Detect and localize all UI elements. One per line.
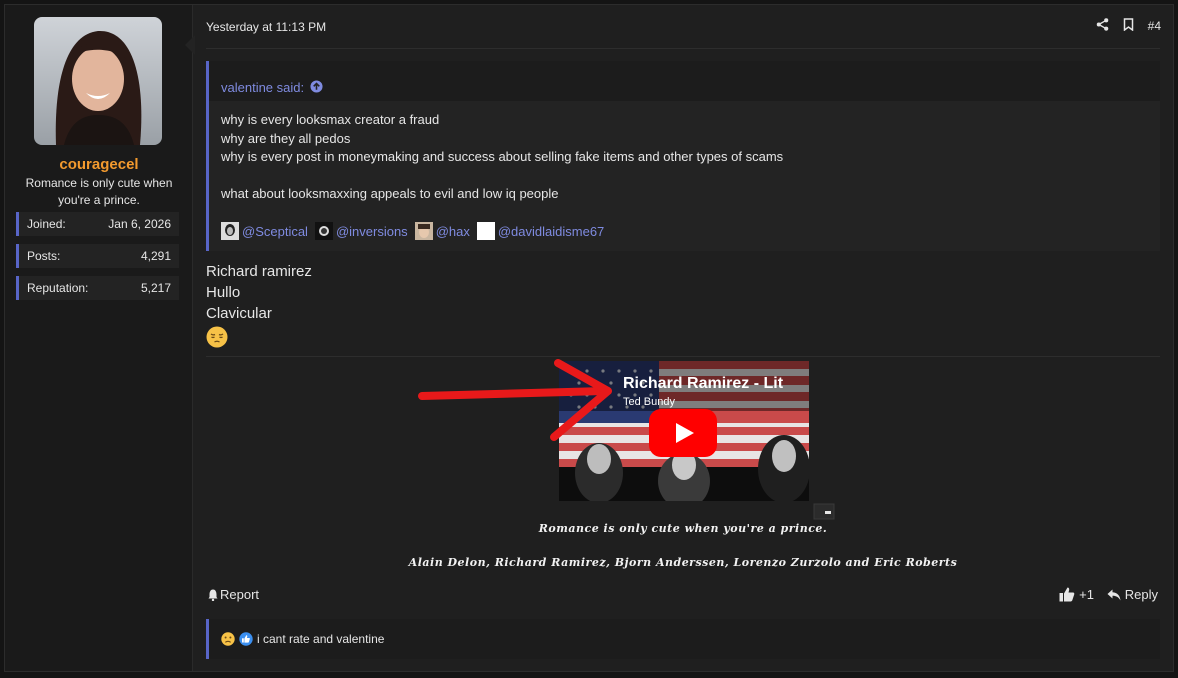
like-button[interactable]: +1	[1059, 587, 1094, 602]
mention-avatar	[414, 222, 433, 240]
stat-joined: Joined: Jan 6, 2026	[16, 212, 179, 236]
thumbs-up-icon	[1059, 587, 1075, 602]
quote-header[interactable]: valentine said:	[209, 61, 1160, 101]
reaction-summary[interactable]: i cant rate and valentine	[257, 632, 384, 646]
avatar-image	[34, 17, 162, 145]
user-sidebar: couragecel Romance is only cute when you…	[5, 5, 193, 671]
report-button[interactable]: Report	[208, 587, 259, 602]
avatar[interactable]	[34, 17, 162, 145]
post-container: couragecel Romance is only cute when you…	[4, 4, 1174, 672]
post-main: Yesterday at 11:13 PM #4 valentine said:…	[193, 5, 1173, 671]
stat-posts: Posts: 4,291	[16, 244, 179, 268]
post-header-actions: #4	[1096, 18, 1161, 34]
stat-value: 5,217	[140, 281, 171, 295]
post-number[interactable]: #4	[1148, 19, 1161, 33]
stat-reputation: Reputation: 5,217	[16, 276, 179, 300]
signature-divider	[206, 356, 1160, 357]
pensive-face-icon	[206, 326, 312, 354]
username[interactable]: couragecel	[5, 156, 193, 173]
mention-link[interactable]: @hax	[436, 224, 470, 239]
mention-list: @Sceptical @inversions @hax @davidlaidis…	[221, 222, 604, 240]
reply-button[interactable]: Reply	[1107, 587, 1158, 602]
mention-link[interactable]: @davidlaidisme67	[498, 224, 604, 239]
stat-label: Reputation:	[27, 281, 89, 295]
mention-avatar	[476, 222, 495, 240]
bookmark-icon[interactable]	[1123, 18, 1134, 34]
post-timestamp[interactable]: Yesterday at 11:13 PM	[206, 20, 326, 34]
report-label: Report	[220, 587, 260, 602]
signature-line-2: Alain Delon, Richard Ramirez, Bjorn Ande…	[408, 556, 958, 569]
mention-avatar	[221, 222, 239, 240]
reply-icon	[1107, 589, 1121, 600]
stat-label: Joined:	[27, 217, 66, 231]
arrow-up-circle-icon[interactable]	[310, 79, 323, 96]
stat-value: Jan 6, 2026	[108, 217, 171, 231]
share-icon[interactable]	[1096, 18, 1109, 34]
bell-icon	[208, 589, 218, 601]
quote-line: why is every post in moneymaking and suc…	[221, 149, 784, 164]
signature-line-1: Romance is only cute when you're a princ…	[538, 522, 828, 535]
quote-line: what about looksmaxxing appeals to evil …	[221, 185, 559, 201]
like-reaction-icon	[239, 632, 253, 646]
quote-line	[221, 167, 1160, 185]
play-button-icon[interactable]	[649, 409, 717, 457]
user-title: Romance is only cute when you're a princ…	[25, 176, 173, 207]
video-channel[interactable]: Ted Bundy	[623, 396, 675, 408]
stat-value: 4,291	[140, 249, 171, 263]
body-line: Clavicular	[206, 305, 272, 322]
caption-icon	[813, 503, 835, 520]
mention-avatar	[314, 222, 333, 240]
reaction-bar: i cant rate and valentine	[206, 619, 1160, 659]
post-body: Richard ramirez Hullo Clavicular	[206, 261, 312, 354]
like-count: +1	[1079, 587, 1094, 602]
stat-label: Posts:	[27, 249, 61, 263]
video-title[interactable]: Richard Ramirez - Lit	[623, 375, 783, 393]
quote-block: valentine said: why is every looksmax cr…	[206, 61, 1160, 251]
mention-link[interactable]: @inversions	[336, 224, 408, 239]
body-line: Richard ramirez	[206, 263, 312, 280]
quote-author[interactable]: valentine said:	[221, 80, 304, 95]
quote-line: why are they all pedos	[221, 130, 351, 146]
reply-label: Reply	[1124, 587, 1158, 602]
frown-emoji-icon	[221, 632, 235, 646]
mention-link[interactable]: @Sceptical	[242, 224, 308, 239]
header-divider	[206, 48, 1160, 49]
red-arrow-annotation	[418, 359, 612, 441]
quote-line: why is every looksmax creator a fraud	[221, 112, 440, 127]
quote-body: why is every looksmax creator a fraud wh…	[209, 101, 1160, 203]
body-line: Hullo	[206, 284, 241, 301]
